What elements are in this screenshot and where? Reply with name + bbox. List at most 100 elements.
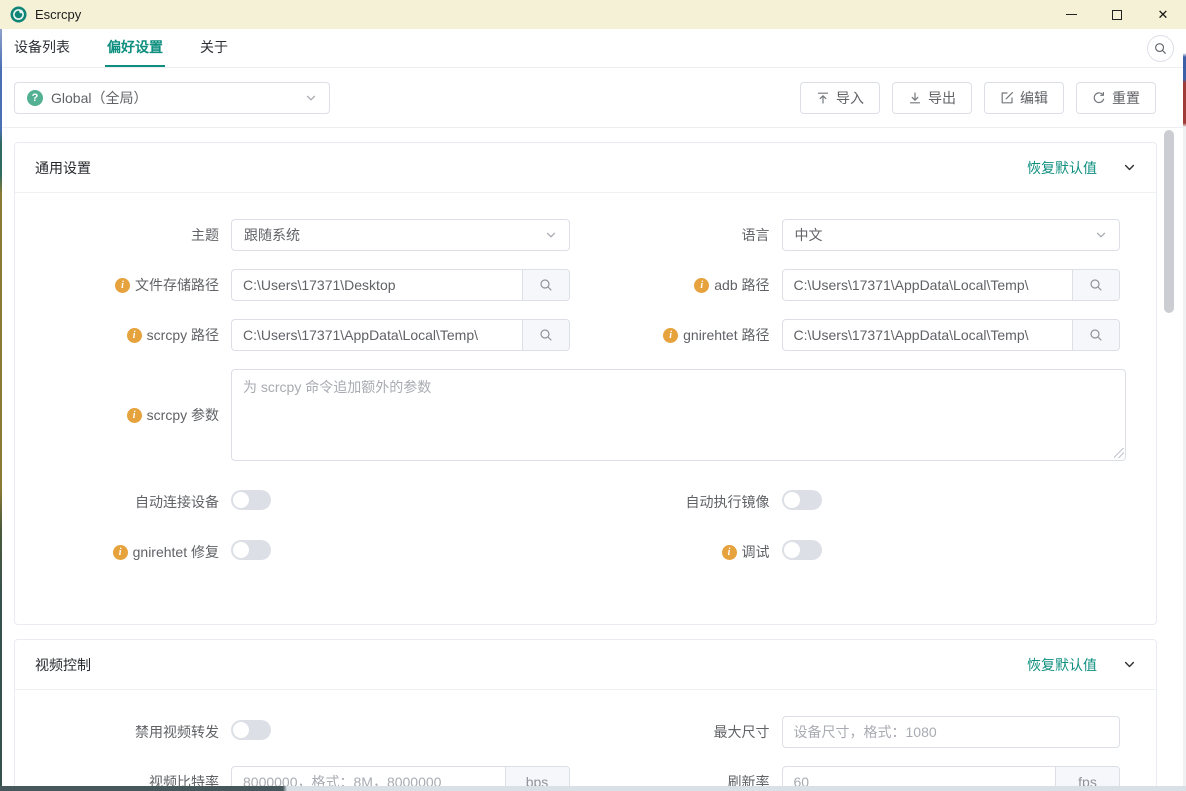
adb-path-input[interactable]: [783, 270, 1073, 300]
question-circle-icon: ?: [27, 90, 43, 106]
refresh-rate-field: 刷新率 fps: [586, 766, 1137, 791]
file-path-field: i 文件存储路径: [35, 269, 586, 301]
max-size-label: 最大尺寸: [586, 722, 782, 742]
scrollbar-thumb[interactable]: [1164, 130, 1174, 313]
window-controls: ✕: [1048, 0, 1186, 29]
auto-connect-field: 自动连接设备: [35, 486, 586, 518]
gnirehtet-path-browse-button[interactable]: [1072, 320, 1119, 350]
refresh-rate-input[interactable]: [783, 767, 1056, 791]
scrcpy-path-label-text: scrcpy 路径: [147, 325, 219, 345]
info-icon: i: [694, 278, 709, 293]
language-label-text: 语言: [742, 225, 770, 245]
chevron-down-icon: [1095, 229, 1107, 241]
gnirehtet-fix-toggle[interactable]: [231, 540, 271, 560]
language-label: 语言: [586, 225, 782, 245]
upload-icon: [816, 91, 830, 105]
scrcpy-path-input[interactable]: [232, 320, 522, 350]
import-button[interactable]: 导入: [800, 82, 880, 114]
general-settings-card: 通用设置 恢复默认值 主题 跟随系统: [14, 142, 1157, 625]
file-path-label-text: 文件存储路径: [135, 275, 219, 295]
theme-select-value: 跟随系统: [244, 225, 300, 245]
scrcpy-path-label: i scrcpy 路径: [35, 325, 231, 345]
info-icon: i: [722, 545, 737, 560]
auto-mirror-label: 自动执行镜像: [586, 492, 782, 512]
export-button[interactable]: 导出: [892, 82, 972, 114]
disable-video-toggle[interactable]: [231, 720, 271, 740]
debug-label: i 调试: [586, 542, 782, 562]
minimize-button[interactable]: [1048, 0, 1094, 29]
scope-select[interactable]: ? Global（全局）: [14, 82, 330, 114]
general-settings-title: 通用设置: [35, 158, 91, 178]
tab-device-list-label: 设备列表: [14, 37, 70, 57]
tab-device-list[interactable]: 设备列表: [12, 29, 72, 67]
toolbar-buttons: 导入 导出 编辑 重置: [800, 82, 1156, 114]
close-icon: ✕: [1158, 8, 1169, 21]
scrcpy-args-label-text: scrcpy 参数: [147, 405, 219, 425]
tab-preferences-label: 偏好设置: [107, 37, 163, 57]
disable-video-field: 禁用视频转发: [35, 716, 586, 748]
collapse-chevron-icon[interactable]: [1123, 161, 1136, 174]
tab-preferences[interactable]: 偏好设置: [105, 29, 165, 67]
scrcpy-path-browse-button[interactable]: [522, 320, 569, 350]
language-select-value: 中文: [795, 225, 823, 245]
search-icon: [539, 278, 553, 292]
info-icon: i: [113, 545, 128, 560]
theme-select[interactable]: 跟随系统: [231, 219, 570, 251]
file-path-browse-button[interactable]: [522, 270, 569, 300]
video-control-header: 视频控制 恢复默认值: [15, 640, 1156, 690]
refresh-rate-label-text: 刷新率: [728, 772, 770, 791]
file-path-label: i 文件存储路径: [35, 275, 231, 295]
preferences-content: 通用设置 恢复默认值 主题 跟随系统: [0, 128, 1186, 791]
chevron-down-icon: [305, 92, 317, 104]
import-button-label: 导入: [836, 88, 864, 108]
escrcpy-window: Escrcpy ✕ 设备列表 偏好设置 关于 ? Global（全局）: [0, 0, 1186, 791]
search-icon: [1089, 328, 1103, 342]
titlebar: Escrcpy ✕: [0, 0, 1186, 29]
gnirehtet-fix-label: i gnirehtet 修复: [35, 542, 231, 562]
scrcpy-args-textarea[interactable]: [231, 369, 1126, 461]
file-path-input[interactable]: [232, 270, 522, 300]
debug-toggle[interactable]: [782, 540, 822, 560]
vertical-scrollbar[interactable]: [1164, 130, 1174, 785]
close-button[interactable]: ✕: [1140, 0, 1186, 29]
language-select[interactable]: 中文: [782, 219, 1121, 251]
max-size-field: 最大尺寸: [586, 716, 1137, 748]
bitrate-unit: bps: [505, 767, 569, 791]
collapse-chevron-icon[interactable]: [1123, 658, 1136, 671]
gnirehtet-fix-field: i gnirehtet 修复: [35, 536, 586, 568]
tabbar: 设备列表 偏好设置 关于: [0, 29, 1186, 68]
adb-path-field: i adb 路径: [586, 269, 1137, 301]
general-restore-defaults-link[interactable]: 恢复默认值: [1027, 158, 1097, 178]
reset-button-label: 重置: [1112, 88, 1140, 108]
minimize-icon: [1066, 14, 1077, 15]
gnirehtet-fix-label-text: gnirehtet 修复: [133, 542, 219, 562]
adb-path-label-text: adb 路径: [714, 275, 769, 295]
search-icon: [1154, 42, 1167, 55]
edit-button[interactable]: 编辑: [984, 82, 1064, 114]
maximize-button[interactable]: [1094, 0, 1140, 29]
download-icon: [908, 91, 922, 105]
adb-path-browse-button[interactable]: [1072, 270, 1119, 300]
bitrate-field: 视频比特率 bps: [35, 766, 586, 791]
auto-mirror-toggle[interactable]: [782, 490, 822, 510]
window-title: Escrcpy: [35, 7, 81, 22]
video-restore-defaults-link[interactable]: 恢复默认值: [1027, 655, 1097, 675]
language-field: 语言 中文: [586, 219, 1137, 251]
app-logo-icon: [10, 6, 27, 23]
auto-mirror-field: 自动执行镜像: [586, 486, 1137, 518]
video-control-card: 视频控制 恢复默认值 禁用视频转发 最大尺寸: [14, 639, 1157, 791]
max-size-input[interactable]: [783, 717, 1120, 747]
scrcpy-path-field: i scrcpy 路径: [35, 319, 586, 351]
auto-connect-toggle[interactable]: [231, 490, 271, 510]
reset-button[interactable]: 重置: [1076, 82, 1156, 114]
gnirehtet-path-input[interactable]: [783, 320, 1073, 350]
search-icon: [1089, 278, 1103, 292]
maximize-icon: [1112, 10, 1122, 20]
search-button[interactable]: [1147, 35, 1174, 62]
video-control-title: 视频控制: [35, 655, 91, 675]
edit-button-label: 编辑: [1020, 88, 1048, 108]
auto-connect-label-text: 自动连接设备: [135, 492, 219, 512]
tab-about[interactable]: 关于: [198, 29, 230, 67]
gnirehtet-path-field: i gnirehtet 路径: [586, 319, 1137, 351]
bitrate-input[interactable]: [232, 767, 505, 791]
